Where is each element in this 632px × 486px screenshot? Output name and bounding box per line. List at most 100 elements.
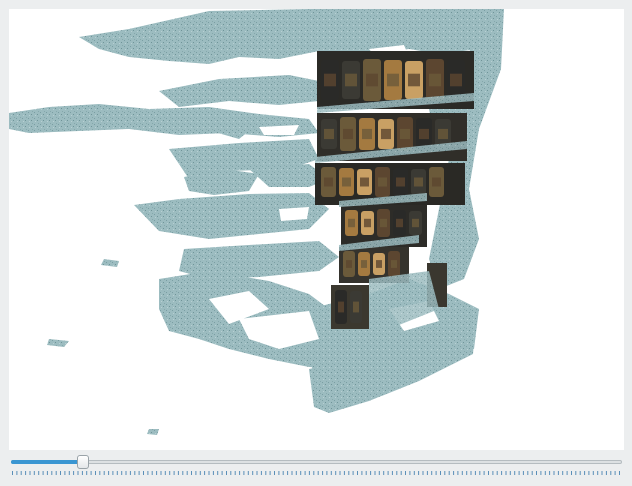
slider-tick (605, 471, 607, 475)
point-cloud-canvas[interactable] (9, 9, 624, 450)
slider-tick (243, 471, 245, 475)
product-label (324, 128, 334, 140)
slider-tick (147, 471, 149, 475)
slider-tick (226, 471, 227, 475)
slider-tick (527, 471, 529, 475)
point-cloud-viewport[interactable] (9, 9, 624, 450)
slider-tick (129, 471, 131, 475)
slider-tick (95, 471, 96, 475)
slider-tick (370, 471, 372, 475)
slider-tick (544, 471, 546, 475)
slider-tick (400, 471, 402, 475)
product-label (400, 128, 410, 140)
slider-tick (60, 471, 61, 475)
slider-tick (326, 471, 328, 475)
slider-tick (151, 471, 153, 475)
product-label (376, 260, 382, 268)
product-label (346, 260, 352, 268)
slider-track[interactable] (11, 460, 622, 464)
product-label (396, 218, 403, 228)
slider-fill (11, 460, 83, 464)
product-label (432, 177, 441, 187)
product-label (412, 218, 419, 228)
product-label (360, 177, 369, 187)
slider-tick (522, 471, 524, 475)
slider-tick (387, 471, 389, 475)
slider-tick (252, 471, 254, 475)
slider-tick (191, 471, 192, 475)
slider-tick (374, 471, 376, 475)
slider-tick (413, 471, 415, 475)
slider-tick (287, 471, 289, 475)
slider-tick (304, 471, 306, 475)
slider-tick (12, 471, 13, 475)
slider-tick (562, 471, 564, 475)
slider-tick (291, 471, 293, 475)
slider-tick (138, 471, 140, 475)
slider-tick (33, 471, 35, 475)
slider-tick (549, 471, 551, 475)
slider-tick (134, 471, 136, 475)
slider-tick (173, 471, 175, 475)
product-label (343, 128, 353, 140)
slider-tick (453, 471, 455, 475)
slider-tick (396, 471, 398, 475)
slider-tick (42, 471, 44, 475)
slider-tick (610, 471, 612, 475)
slider-tick (474, 471, 476, 475)
slider-tick (317, 471, 319, 475)
slider-tick (230, 471, 232, 475)
slider-tick (444, 471, 446, 475)
slider-tick (46, 471, 48, 475)
product-label (342, 177, 351, 187)
slider-tick (169, 471, 171, 475)
slider-tick (112, 471, 114, 475)
slider-tick (64, 471, 66, 475)
slider-tick (16, 471, 18, 475)
product-label (345, 73, 357, 87)
slider-tick (156, 471, 158, 475)
slider-tick (540, 471, 542, 475)
product-label (366, 73, 378, 87)
slider-tick (308, 471, 310, 475)
slider-tick (575, 471, 577, 475)
slider-tick (479, 471, 481, 475)
slider-tick (566, 471, 568, 475)
frame-slider[interactable] (9, 455, 624, 469)
slider-tick (195, 471, 197, 475)
slider-tick (212, 471, 214, 475)
product-label (429, 73, 441, 87)
product-label (362, 128, 372, 140)
slider-tick (440, 471, 441, 475)
slider-thumb[interactable] (76, 455, 89, 469)
slider-tick (239, 471, 241, 475)
slider-tick (20, 471, 22, 475)
slider-tick (426, 471, 428, 475)
slider-tick (584, 471, 586, 475)
slider-tick (597, 471, 599, 475)
slider-tick (378, 471, 380, 475)
slider-tick (461, 471, 463, 475)
slider-tick (348, 471, 350, 475)
product-label (414, 177, 423, 187)
product-label (348, 218, 355, 228)
product-label (438, 128, 448, 140)
slider-tick (265, 471, 267, 475)
product-label (378, 177, 387, 187)
slider-tick (208, 471, 210, 475)
product-label (419, 128, 429, 140)
slider-tick (483, 471, 485, 475)
slider-tick (68, 471, 70, 475)
slider-tick (90, 471, 92, 475)
slider-tick (361, 471, 363, 475)
slider-tick (470, 471, 472, 475)
slider-tick (418, 471, 420, 475)
slider-tick (352, 471, 354, 475)
slider-tick (579, 471, 581, 475)
product-label (353, 301, 359, 313)
slider-tick (391, 471, 393, 475)
slider-tick (422, 471, 424, 475)
slider-tick (553, 471, 555, 475)
slider-tick (25, 471, 27, 475)
slider-tick (619, 471, 620, 475)
